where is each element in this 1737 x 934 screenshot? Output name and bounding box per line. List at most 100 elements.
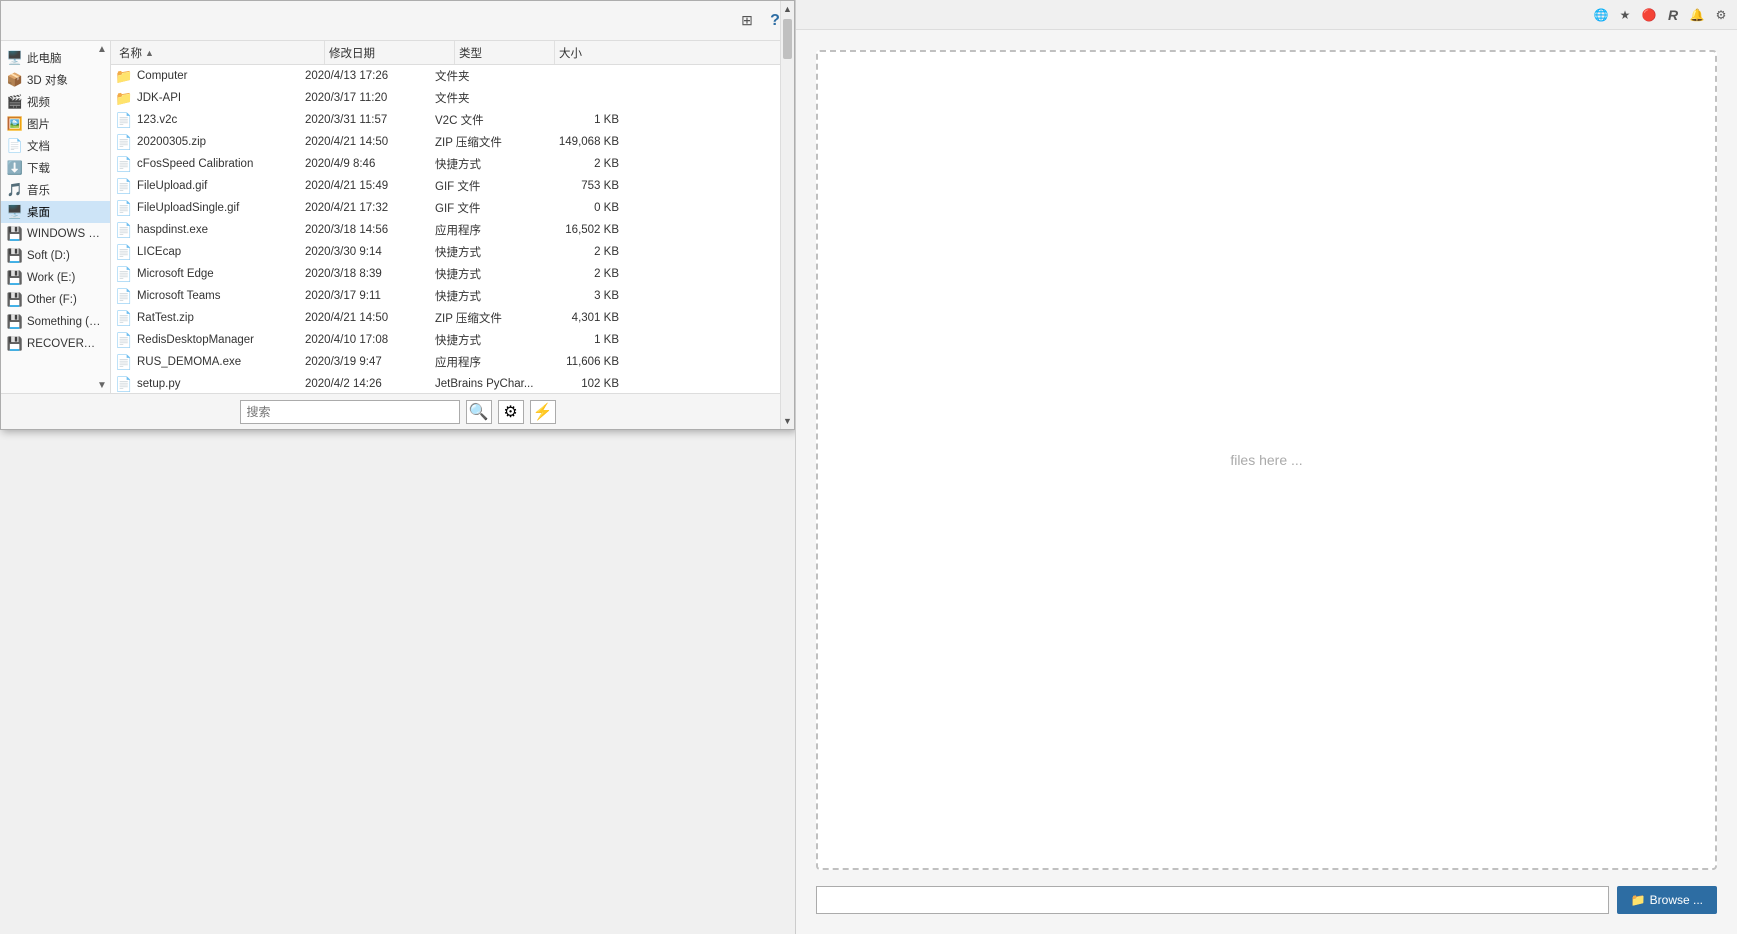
table-row[interactable]: 📄 Microsoft Edge 2020/3/18 8:39 快捷方式 2 K…: [111, 263, 794, 285]
nav-scroll-down[interactable]: ▼: [96, 379, 108, 391]
sidebar-item-softD[interactable]: 💾 Soft (D:): [1, 245, 110, 267]
file-cell-date: 2020/3/19 9:47: [305, 356, 435, 368]
sidebar-item-label: 下载: [27, 160, 50, 176]
sidebar-item-recoveryH[interactable]: 💾 RECOVERY (H:): [1, 333, 110, 355]
sidebar-item-otherF[interactable]: 💾 Other (F:): [1, 289, 110, 311]
table-row[interactable]: 📄 cFosSpeed Calibration 2020/4/9 8:46 快捷…: [111, 153, 794, 175]
table-row[interactable]: 📄 RedisDesktopManager 2020/4/10 17:08 快捷…: [111, 329, 794, 351]
topbar-translate-icon[interactable]: 🌐: [1591, 5, 1611, 25]
somethingG-icon: 💾: [7, 314, 23, 330]
desktop-icon: 🖥️: [7, 204, 23, 220]
file-cell-type: ZIP 压缩文件: [435, 310, 535, 326]
file-cell-type: V2C 文件: [435, 112, 535, 128]
file-cell-size: 149,068 KB: [535, 136, 625, 148]
bolt-icon-button[interactable]: ⚡: [530, 400, 556, 424]
nav-section: 🖥️ 此电脑 📦 3D 对象 🎬 视频 🖼️ 图片 📄 文档 ⬇️ 下载 🎵 音…: [1, 45, 110, 357]
file-cell-date: 2020/4/9 8:46: [305, 158, 435, 170]
sidebar-item-picture[interactable]: 🖼️ 图片: [1, 113, 110, 135]
file-cell-date: 2020/4/13 17:26: [305, 70, 435, 82]
browse-button[interactable]: 📁 Browse ...: [1617, 886, 1717, 914]
file-type-icon: 📄: [115, 243, 133, 261]
file-cell-type: JetBrains PyChar...: [435, 378, 535, 390]
view-toggle-button[interactable]: ⊞: [736, 10, 758, 32]
nav-pane: ▲ 🖥️ 此电脑 📦 3D 对象 🎬 视频 🖼️ 图片 📄 文档 ⬇️ 下载 🎵…: [1, 41, 111, 393]
document-icon: 📄: [7, 138, 23, 154]
topbar-red-icon[interactable]: 🔴: [1639, 5, 1659, 25]
sidebar-item-somethingG[interactable]: 💾 Something (G:): [1, 311, 110, 333]
table-row[interactable]: 📄 20200305.zip 2020/4/21 14:50 ZIP 压缩文件 …: [111, 131, 794, 153]
sidebar-item-video[interactable]: 🎬 视频: [1, 91, 110, 113]
file-cell-name: 📄 FileUploadSingle.gif: [115, 199, 305, 217]
sidebar-item-label: 桌面: [27, 204, 50, 220]
file-cell-type: GIF 文件: [435, 200, 535, 216]
sidebar-item-desktop[interactable]: 🖥️ 桌面: [1, 201, 110, 223]
file-cell-size: 2 KB: [535, 246, 625, 258]
file-cell-date: 2020/4/21 14:50: [305, 312, 435, 324]
upload-panel: 🌐 ★ 🔴 R 🔔 ⚙ files here ... 📁 Browse ...: [795, 0, 1737, 934]
file-cell-size: 0 KB: [535, 202, 625, 214]
file-cell-date: 2020/3/17 9:11: [305, 290, 435, 302]
table-row[interactable]: 📁 JDK-API 2020/3/17 11:20 文件夹: [111, 87, 794, 109]
upload-footer: 📁 Browse ...: [816, 886, 1717, 914]
sidebar-item-download[interactable]: ⬇️ 下载: [1, 157, 110, 179]
table-row[interactable]: 📄 FileUpload.gif 2020/4/21 15:49 GIF 文件 …: [111, 175, 794, 197]
sidebar-item-label: Soft (D:): [27, 250, 70, 262]
windowsC-icon: 💾: [7, 226, 23, 242]
sidebar-item-label: 音乐: [27, 182, 50, 198]
sidebar-item-document[interactable]: 📄 文档: [1, 135, 110, 157]
3d-icon: 📦: [7, 72, 23, 88]
file-cell-size: 2 KB: [535, 268, 625, 280]
sidebar-item-label: Work (E:): [27, 272, 75, 284]
sidebar-item-pc[interactable]: 🖥️ 此电脑: [1, 47, 110, 69]
file-type-icon: 📄: [115, 331, 133, 349]
table-row[interactable]: 📄 LICEcap 2020/3/30 9:14 快捷方式 2 KB: [111, 241, 794, 263]
sidebar-item-windowsC[interactable]: 💾 WINDOWS (C:): [1, 223, 110, 245]
sidebar-item-label: 视频: [27, 94, 50, 110]
file-cell-date: 2020/4/10 17:08: [305, 334, 435, 346]
table-row[interactable]: 📄 RatTest.zip 2020/4/21 14:50 ZIP 压缩文件 4…: [111, 307, 794, 329]
file-cell-size: 4,301 KB: [535, 312, 625, 324]
col-header-size[interactable]: 大小: [555, 41, 645, 64]
file-type-icon: 📄: [115, 133, 133, 151]
sidebar-item-workE[interactable]: 💾 Work (E:): [1, 267, 110, 289]
file-cell-name: 📄 123.v2c: [115, 111, 305, 129]
table-row[interactable]: 📁 Computer 2020/4/13 17:26 文件夹: [111, 65, 794, 87]
topbar-r-icon[interactable]: R: [1663, 5, 1683, 25]
drop-zone[interactable]: files here ...: [816, 50, 1717, 870]
file-scrollbar[interactable]: ▲ ▼: [780, 41, 794, 393]
table-row[interactable]: 📄 Microsoft Teams 2020/3/17 9:11 快捷方式 3 …: [111, 285, 794, 307]
topbar-star-icon[interactable]: ★: [1615, 5, 1635, 25]
file-path-input[interactable]: [816, 886, 1609, 914]
browse-label: Browse ...: [1650, 893, 1703, 907]
table-row[interactable]: 📄 123.v2c 2020/3/31 11:57 V2C 文件 1 KB: [111, 109, 794, 131]
scrollbar-thumb[interactable]: [783, 41, 792, 59]
file-cell-name: 📁 JDK-API: [115, 89, 305, 107]
settings-icon-button[interactable]: ⚙: [498, 400, 524, 424]
scrollbar-track[interactable]: [781, 61, 794, 393]
file-cell-type: GIF 文件: [435, 178, 535, 194]
file-type-icon: 📄: [115, 155, 133, 173]
table-row[interactable]: 📄 FileUploadSingle.gif 2020/4/21 17:32 G…: [111, 197, 794, 219]
table-row[interactable]: 📄 RUS_DEMOMA.exe 2020/3/19 9:47 应用程序 11,…: [111, 351, 794, 373]
col-header-date[interactable]: 修改日期: [325, 41, 455, 64]
search-icon-button[interactable]: 🔍: [466, 400, 492, 424]
file-type-icon: 📄: [115, 221, 133, 239]
file-type-icon: 📁: [115, 67, 133, 85]
topbar-gear-icon[interactable]: ⚙: [1711, 5, 1731, 25]
dialog-toolbar: ⊞ ?: [1, 1, 794, 41]
search-input[interactable]: [240, 400, 460, 424]
nav-scroll-up[interactable]: ▲: [96, 43, 108, 55]
file-cell-date: 2020/3/31 11:57: [305, 114, 435, 126]
file-cell-type: 快捷方式: [435, 244, 535, 260]
sidebar-item-3d[interactable]: 📦 3D 对象: [1, 69, 110, 91]
topbar-bell-icon[interactable]: 🔔: [1687, 5, 1707, 25]
col-header-name[interactable]: 名称 ▲: [115, 41, 325, 64]
col-header-type[interactable]: 类型: [455, 41, 555, 64]
file-type-icon: 📄: [115, 199, 133, 217]
sidebar-item-label: 图片: [27, 116, 50, 132]
table-row[interactable]: 📄 setup.py 2020/4/2 14:26 JetBrains PyCh…: [111, 373, 794, 393]
sidebar-item-music[interactable]: 🎵 音乐: [1, 179, 110, 201]
file-cell-name: 📄 setup.py: [115, 375, 305, 393]
table-row[interactable]: 📄 haspdinst.exe 2020/3/18 14:56 应用程序 16,…: [111, 219, 794, 241]
file-cell-name: 📄 RatTest.zip: [115, 309, 305, 327]
